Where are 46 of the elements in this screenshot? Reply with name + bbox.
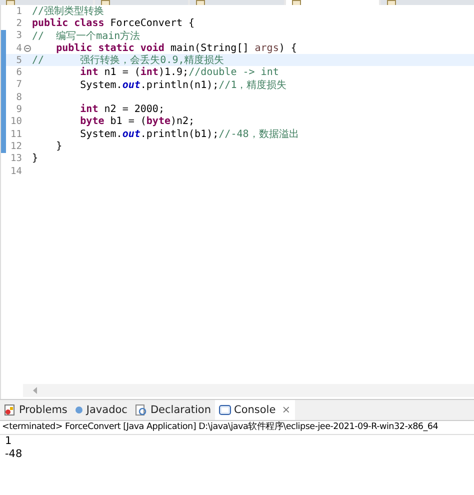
line-number: 3 <box>15 30 22 42</box>
view-tab[interactable]: Javadoc <box>71 400 132 420</box>
console-output: -48 <box>4 448 24 461</box>
view-tab[interactable]: Problems <box>0 400 72 420</box>
declaration-icon <box>135 404 148 416</box>
code-line: int n2 = 2000; <box>79 104 164 116</box>
scroll-left-icon[interactable] <box>33 387 38 394</box>
line-number: 2 <box>15 18 22 29</box>
view-tab[interactable]: Declaration <box>131 400 215 420</box>
editor-tab[interactable] <box>95 0 188 5</box>
console-output: 1 <box>4 435 13 448</box>
javadoc-icon <box>75 406 84 414</box>
console-icon <box>219 404 231 416</box>
code-line: System.out.println(n1);//1，精度损失 <box>79 78 287 92</box>
close-button[interactable]: × <box>282 404 290 416</box>
code-line: byte b1 = (byte)n2; <box>79 116 195 128</box>
collapse-icon[interactable] <box>24 44 30 52</box>
code-line: // 强行转换，会丢失0.9,精度损失 <box>32 54 224 66</box>
line-number: 7 <box>15 79 22 90</box>
code-line: public class ForceConvert { <box>32 18 195 29</box>
code-line: } <box>32 153 38 164</box>
code-line: public static void main(String[] args) { <box>55 42 297 54</box>
code-line: int n1 = (int)1.9;//double -> int <box>79 67 279 78</box>
editor-tab[interactable] <box>380 0 474 5</box>
line-number: 8 <box>15 92 22 103</box>
view-tab[interactable]: Console × <box>215 400 294 420</box>
line-number: 10 <box>10 116 22 128</box>
code-line: // 编写一个main方法 <box>32 30 140 42</box>
line-number: 5 <box>15 54 22 66</box>
problems-icon <box>4 404 16 416</box>
code-line: } <box>55 140 62 152</box>
line-number: 1 <box>15 6 22 17</box>
code-line: //强制类型转换 <box>32 4 104 18</box>
code-line: System.out.println(b1);//-48，数据溢出 <box>79 128 299 142</box>
line-number: 6 <box>15 67 22 78</box>
editor-tab[interactable] <box>0 0 94 5</box>
line-number: 9 <box>15 104 22 116</box>
line-number: 4 <box>15 42 22 54</box>
line-number: 13 <box>10 153 22 164</box>
line-number: 14 <box>10 166 22 176</box>
editor-tab[interactable] <box>190 0 284 5</box>
console-header: <terminated> ForceConvert [Java Application] D:\java\java软件程序\eclipse-jee-2021-09-R-win32-x86_64 <box>0 421 474 435</box>
line-number: 11 <box>10 128 22 140</box>
horizontal-scrollbar[interactable] <box>23 384 474 397</box>
editor-tab[interactable] <box>286 0 379 5</box>
line-number: 12 <box>10 140 22 152</box>
